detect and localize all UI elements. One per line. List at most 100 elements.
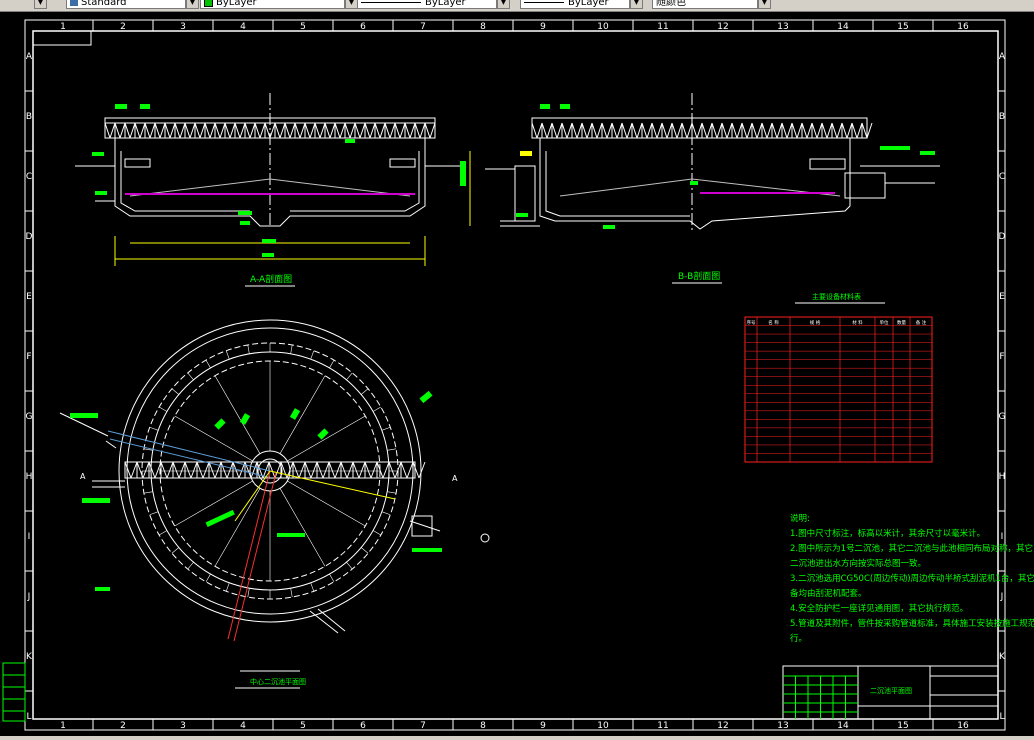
column-label: 9 xyxy=(540,22,546,32)
layer-value: ByLayer xyxy=(216,0,257,8)
column-label: 11 xyxy=(657,22,668,32)
row-label: C xyxy=(999,172,1005,182)
column-label: 16 xyxy=(957,721,969,731)
notes-line-1: 1.图中尺寸标注，标高以米计，其余尺寸以毫米计。 xyxy=(790,528,985,539)
row-label: G xyxy=(999,412,1006,422)
linetype-value: ByLayer xyxy=(425,0,466,8)
row-label: H xyxy=(999,472,1006,482)
lineweight-dropdown-icon[interactable]: ▼ xyxy=(630,0,643,9)
column-label: 16 xyxy=(957,22,969,32)
column-label: 2 xyxy=(120,721,126,731)
row-label: I xyxy=(28,532,31,542)
column-label: 7 xyxy=(420,22,426,32)
column-label: 3 xyxy=(180,22,186,32)
plotstyle-dropdown-icon[interactable]: ▼ xyxy=(758,0,771,9)
row-label: L xyxy=(26,712,31,722)
row-labels-left: A B C D E F G H I J K L xyxy=(25,52,33,722)
lineweight-sample-icon xyxy=(524,1,564,3)
row-label: J xyxy=(1000,592,1004,602)
table-header-cell: 数量 xyxy=(897,319,906,326)
section-bb-drawing[interactable] xyxy=(485,93,940,231)
section-aa-title: A-A剖面图 xyxy=(250,273,292,285)
row-label: I xyxy=(1001,532,1004,542)
row-label: D xyxy=(999,232,1006,242)
table-header-cell: 规 格 xyxy=(810,319,821,326)
row-label: J xyxy=(27,592,31,602)
text-style-dropdown-icon[interactable]: ▼ xyxy=(186,0,199,9)
column-label: 13 xyxy=(777,22,788,32)
row-label: B xyxy=(26,112,32,122)
notes-line-2: 2.图中所示为1号二沉池，其它二沉池与此池相同布局对称，其它 xyxy=(790,543,1033,554)
column-label: 6 xyxy=(360,721,366,731)
text-style-select[interactable]: Standard xyxy=(66,0,186,9)
row-label: B xyxy=(999,112,1005,122)
row-label: H xyxy=(26,472,33,482)
linetype-sample-icon xyxy=(361,1,421,3)
column-label: 10 xyxy=(597,22,609,32)
column-label: 15 xyxy=(897,22,908,32)
section-aa-drawing[interactable] xyxy=(75,93,471,266)
column-label: 8 xyxy=(480,721,486,731)
column-label: 5 xyxy=(300,22,306,32)
text-style-icon xyxy=(70,0,78,6)
row-label: A xyxy=(26,52,33,62)
notes-line-6: 4.安全防护栏一座详见通用图，其它执行规范。 xyxy=(790,603,968,614)
plan-view-title: 中心二沉池平面图 xyxy=(250,677,306,686)
notes-line-5: 备均由刮泥机配套。 xyxy=(790,588,867,599)
table-header-cell: 单位 xyxy=(880,319,889,326)
column-label: 4 xyxy=(240,721,246,731)
plan-view-drawing[interactable]: A A xyxy=(59,319,490,672)
notes-line-8: 行。 xyxy=(790,633,807,644)
column-label: 1 xyxy=(60,22,66,32)
revision-block xyxy=(2,662,26,722)
table-header-cell: 备 注 xyxy=(916,319,927,326)
title-block-drawing-name: 二沉池平面图 xyxy=(870,686,912,695)
table-header-cell: 材 料 xyxy=(852,319,863,326)
column-label: 1 xyxy=(60,721,66,731)
section-bb-title: B-B剖面图 xyxy=(678,270,720,282)
lineweight-value: ByLayer xyxy=(568,0,609,8)
column-label: 11 xyxy=(657,721,668,731)
column-label: 12 xyxy=(717,22,728,32)
row-label: E xyxy=(999,292,1005,302)
row-label: F xyxy=(999,352,1004,362)
cad-drawing-canvas[interactable]: 1 2 3 4 5 6 7 8 9 10 11 12 13 14 15 16 1 2 3 4 5 6 7 8 9 10 11 12 1… xyxy=(0,11,1034,736)
plotstyle-select[interactable]: 随颜色 xyxy=(652,0,758,9)
lineweight-select[interactable]: ByLayer xyxy=(520,0,630,9)
color-swatch-icon xyxy=(204,0,213,7)
table-header-cell: 名 称 xyxy=(768,319,779,326)
dropdown-arrow-icon[interactable]: ▼ xyxy=(34,0,47,9)
column-label: 2 xyxy=(120,22,126,32)
notes-line-7: 5.管道及其附件，管件按采购管道标准，具体施工安装按施工规范执 xyxy=(790,618,1034,629)
table-header-cell: 序号 xyxy=(747,319,756,326)
column-label: 15 xyxy=(897,721,908,731)
svg-text:A: A xyxy=(452,474,458,483)
inner-border xyxy=(32,30,999,720)
row-label: E xyxy=(26,292,32,302)
row-label: F xyxy=(26,352,31,362)
row-label: A xyxy=(999,52,1006,62)
corner-tag xyxy=(32,30,92,46)
column-labels-bottom: 1 2 3 4 5 6 7 8 9 10 11 12 13 14 15 16 xyxy=(60,719,969,731)
column-label: 10 xyxy=(597,721,609,731)
notes-line-4: 3.二沉池选用CG50C(周边传动)周边传动半桥式刮泥机1台，其它设 xyxy=(790,573,1034,584)
column-label: 8 xyxy=(480,22,486,32)
row-label: L xyxy=(999,712,1004,722)
column-labels-top: 1 2 3 4 5 6 7 8 9 10 11 12 13 14 15 16 xyxy=(60,20,969,32)
column-label: 5 xyxy=(300,721,306,731)
layer-select[interactable]: ByLayer xyxy=(200,0,345,9)
row-label: C xyxy=(26,172,32,182)
column-label: 7 xyxy=(420,721,426,731)
row-label: K xyxy=(26,652,33,662)
plotstyle-value: 随颜色 xyxy=(656,0,686,8)
material-table[interactable]: 序号 名 称 规 格 材 料 单位 数量 备 注 xyxy=(744,316,933,463)
column-label: 4 xyxy=(240,22,246,32)
linetype-select[interactable]: ByLayer xyxy=(357,0,497,9)
svg-text:A: A xyxy=(80,472,86,481)
notes-line-3: 二沉池进出水方向按实际总图一致。 xyxy=(790,558,926,569)
material-table-title: 主要设备材料表 xyxy=(812,292,861,301)
row-label: G xyxy=(26,412,33,422)
notes-heading: 说明: xyxy=(790,513,810,524)
row-label: D xyxy=(26,232,33,242)
linetype-dropdown-icon[interactable]: ▼ xyxy=(497,0,510,9)
